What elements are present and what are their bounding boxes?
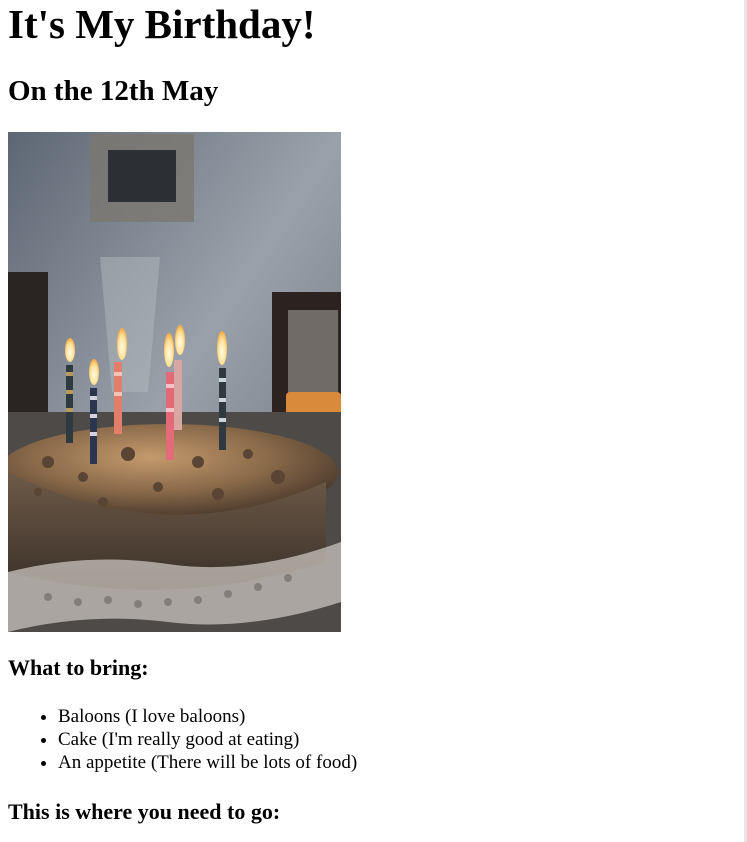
list-item: Baloons (I love baloons) [58, 705, 739, 728]
date-heading: On the 12th May [8, 75, 219, 107]
list-item: An appetite (There will be lots of food) [58, 751, 739, 774]
bring-list: Baloons (I love baloons) Cake (I'm reall… [8, 705, 739, 774]
location-heading: This is where you need to go: [8, 799, 281, 824]
list-item: Cake (I'm really good at eating) [58, 728, 739, 751]
bring-heading: What to bring: [8, 655, 149, 680]
birthday-cake-image [8, 132, 341, 632]
page-title: It's My Birthday! [8, 1, 316, 47]
page-content: It's My Birthday! On the 12th May What t… [0, 0, 747, 826]
